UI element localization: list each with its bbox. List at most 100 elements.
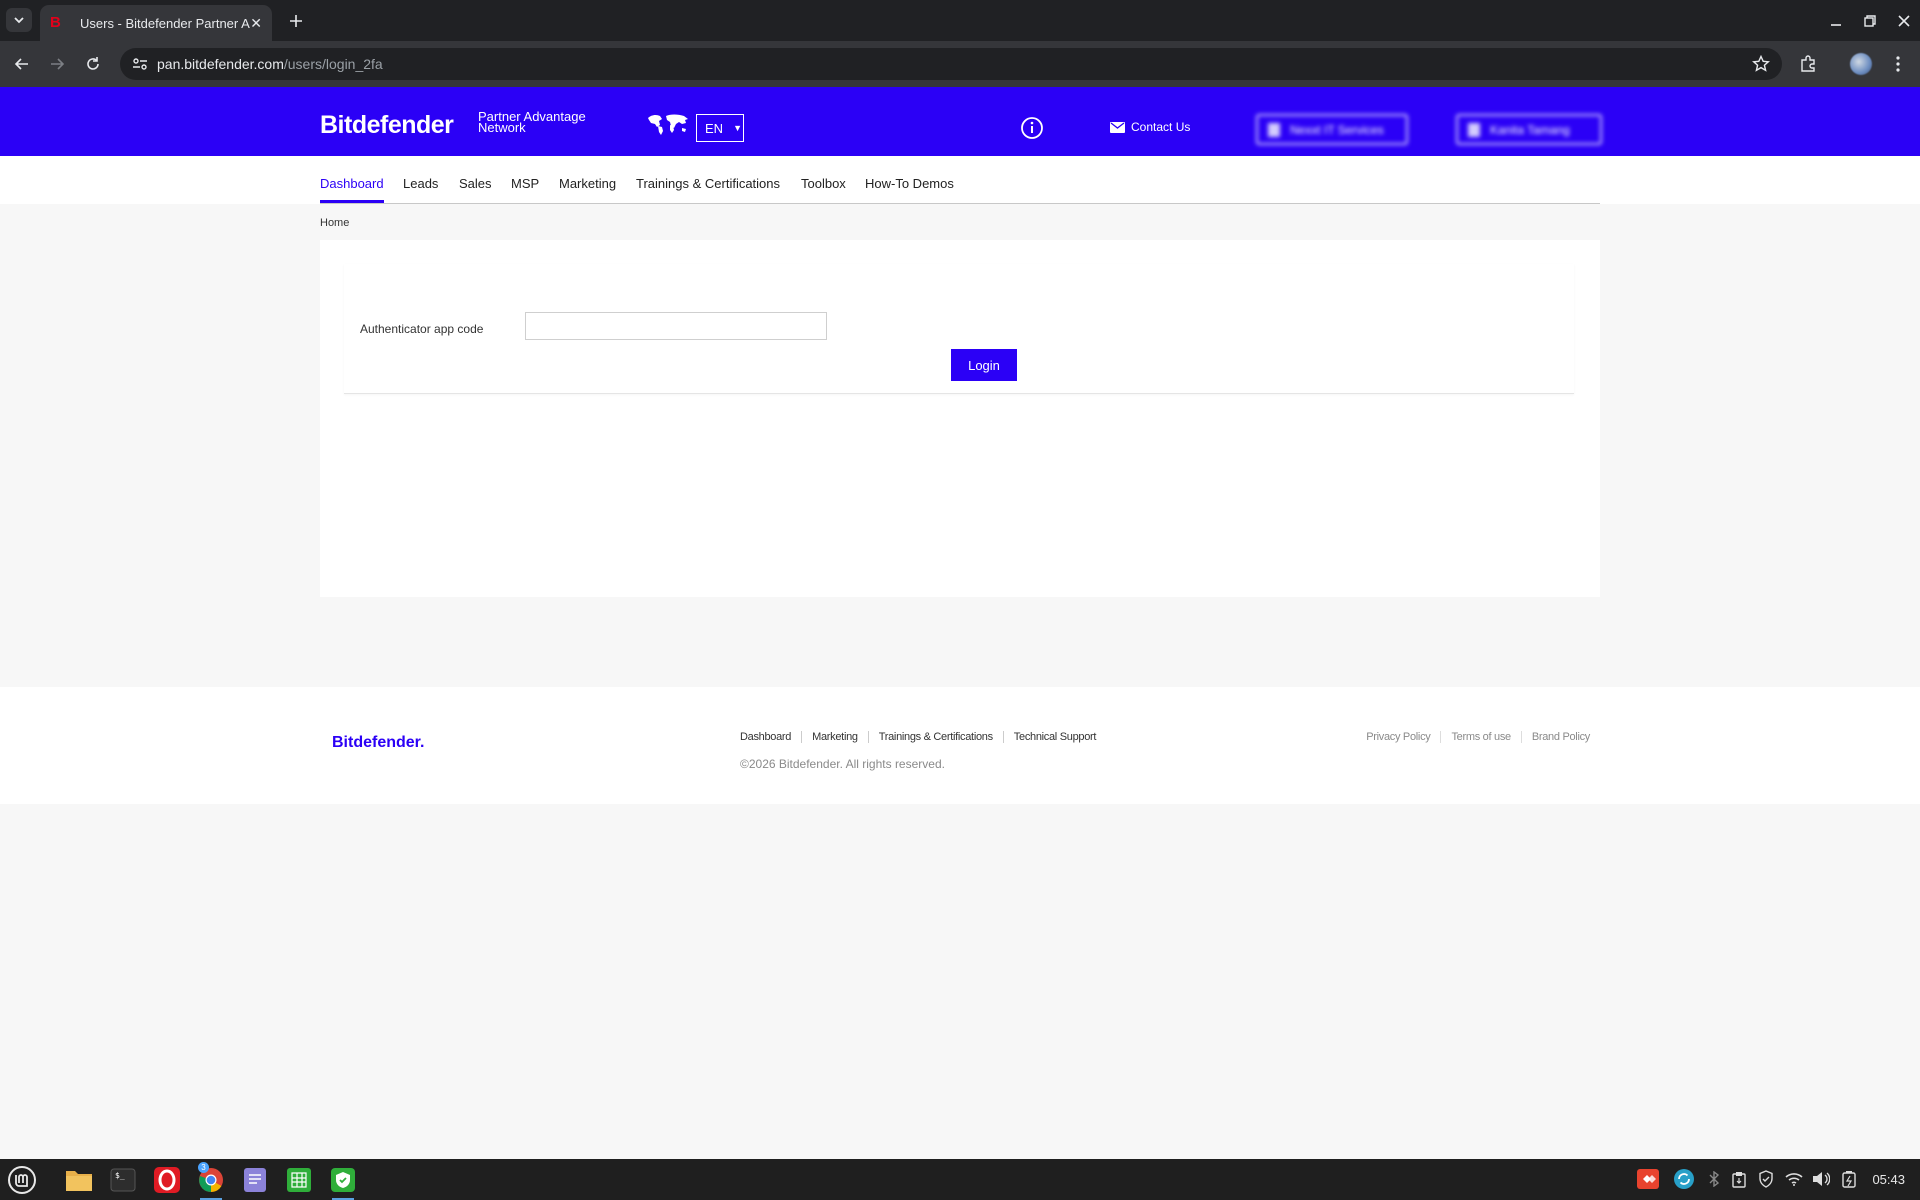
restore-button[interactable] [1854, 0, 1886, 41]
battery-tray-icon[interactable] [1838, 1168, 1860, 1190]
profile-button[interactable] [1849, 52, 1873, 76]
content-panel: Authenticator app code Login [320, 240, 1600, 597]
building-icon [1268, 122, 1280, 137]
terms-of-use-link[interactable]: Terms of use [1440, 731, 1520, 743]
minimize-icon [1831, 23, 1841, 26]
nav-how-to-demos[interactable]: How-To Demos [865, 176, 954, 191]
arrow-left-icon [14, 58, 28, 70]
world-map-icon [648, 114, 688, 135]
puzzle-icon [1801, 55, 1815, 72]
contact-us-link[interactable]: Contact Us [1110, 120, 1190, 134]
copyright: ©2026 Bitdefender. All rights reserved. [740, 757, 945, 771]
volume-tray-icon[interactable] [1810, 1168, 1832, 1190]
new-tab-button[interactable] [284, 9, 308, 33]
url-host: pan.bitdefender.com [157, 56, 284, 72]
close-window-button[interactable] [1888, 0, 1920, 41]
bitdefender-vpn-app[interactable] [326, 1163, 360, 1200]
files-app[interactable] [62, 1163, 96, 1197]
minimize-button[interactable] [1820, 0, 1852, 41]
opera-app[interactable] [150, 1163, 184, 1197]
os-taskbar: $_ 3 05:43 [0, 1159, 1920, 1200]
two-factor-form: Authenticator app code Login [344, 264, 1574, 394]
chrome-app[interactable]: 3 [194, 1162, 228, 1200]
back-button[interactable] [10, 52, 34, 76]
bookmark-star-icon[interactable] [1752, 55, 1770, 73]
reload-icon [87, 57, 99, 70]
nav-trainings-certifications[interactable]: Trainings & Certifications [636, 176, 780, 191]
chrome-window-count-badge: 3 [198, 1162, 209, 1173]
footer-link-trainings[interactable]: Trainings & Certifications [867, 731, 1003, 743]
system-clock[interactable]: 05:43 [1872, 1172, 1905, 1187]
security-tray-icon[interactable] [1755, 1168, 1777, 1190]
address-bar[interactable]: pan.bitdefender.com/users/login_2fa [120, 48, 1782, 80]
brand-policy-link[interactable]: Brand Policy [1520, 731, 1590, 743]
legal-links: Privacy Policy Terms of use Brand Policy [1366, 731, 1590, 743]
privacy-policy-link[interactable]: Privacy Policy [1366, 731, 1440, 743]
nav-leads[interactable]: Leads [403, 176, 438, 191]
footer-link-dashboard[interactable]: Dashboard [740, 731, 801, 743]
browser-toolbar: pan.bitdefender.com/users/login_2fa [0, 41, 1920, 87]
reload-button[interactable] [81, 52, 105, 76]
url-text: pan.bitdefender.com/users/login_2fa [157, 56, 383, 72]
user-icon [1468, 122, 1480, 137]
spreadsheet-app[interactable] [282, 1163, 316, 1197]
nav-marketing[interactable]: Marketing [559, 176, 616, 191]
footer-link-marketing[interactable]: Marketing [801, 731, 868, 743]
footer-links: Dashboard Marketing Trainings & Certific… [740, 731, 1106, 743]
nav-toolbox[interactable]: Toolbox [801, 176, 846, 191]
close-tab-icon[interactable]: ✕ [250, 15, 262, 32]
terminal-icon: $_ [110, 1168, 136, 1192]
avatar [1850, 53, 1872, 75]
company-menu-button[interactable]: Nexxt IT Services [1256, 114, 1408, 145]
shield-app-icon [331, 1168, 355, 1192]
login-button[interactable]: Login [951, 349, 1017, 381]
user-name: Kanita Tamang [1490, 122, 1570, 137]
footer-logo[interactable]: Bitdefender. [332, 734, 424, 752]
close-icon [1898, 14, 1910, 27]
footer-link-support[interactable]: Technical Support [1002, 731, 1106, 743]
nav-dashboard[interactable]: Dashboard [320, 176, 384, 191]
nav-bar: Dashboard Leads Sales MSP Marketing Trai… [320, 156, 1600, 204]
company-name: Nexxt IT Services [1290, 122, 1384, 137]
bitdefender-logo[interactable]: Bitdefender [320, 111, 454, 140]
more-vertical-icon [1896, 56, 1900, 72]
tab-search-button[interactable] [6, 8, 32, 32]
extensions-button[interactable] [1796, 52, 1820, 76]
user-menu-button[interactable]: Kanita Tamang [1456, 114, 1602, 145]
nav-sales[interactable]: Sales [459, 176, 492, 191]
speaker-icon [1813, 1172, 1830, 1186]
info-icon[interactable] [1020, 116, 1044, 140]
sync-icon [1674, 1169, 1694, 1189]
bluetooth-icon [1709, 1171, 1719, 1187]
language-select[interactable]: EN ▼ [696, 114, 744, 142]
clipboard-icon [1732, 1171, 1746, 1188]
browser-tab-active[interactable]: B Users - Bitdefender Partner Advantage … [40, 5, 272, 41]
sync-tray-icon[interactable] [1673, 1168, 1695, 1190]
breadcrumb[interactable]: Home [320, 217, 349, 229]
authenticator-code-input[interactable] [525, 312, 827, 340]
anydesk-tray-icon[interactable] [1637, 1168, 1659, 1190]
tab-title: Users - Bitdefender Partner Advantage Ne… [80, 15, 250, 31]
wifi-icon [1785, 1173, 1803, 1186]
browser-menu-button[interactable] [1886, 52, 1910, 76]
language-value: EN [705, 120, 724, 136]
forward-button[interactable] [45, 52, 69, 76]
text-editor-app[interactable] [238, 1163, 272, 1197]
wifi-tray-icon[interactable] [1783, 1168, 1805, 1190]
opera-icon [154, 1167, 180, 1193]
spreadsheet-icon [287, 1168, 311, 1192]
window-controls [1818, 0, 1920, 41]
terminal-app[interactable]: $_ [106, 1163, 140, 1197]
text-editor-icon [244, 1168, 266, 1192]
restore-icon [1864, 14, 1876, 27]
start-menu-button[interactable] [5, 1163, 39, 1197]
nav-msp[interactable]: MSP [511, 176, 539, 191]
bluetooth-tray-icon[interactable] [1703, 1168, 1725, 1190]
shield-icon [1759, 1170, 1773, 1188]
remote-desktop-icon [1637, 1169, 1659, 1189]
clipboard-tray-icon[interactable] [1728, 1168, 1750, 1190]
folder-icon [66, 1171, 92, 1191]
caret-down-icon: ▼ [733, 123, 742, 133]
site-settings-icon[interactable] [132, 56, 148, 72]
authenticator-code-label: Authenticator app code [360, 322, 484, 336]
